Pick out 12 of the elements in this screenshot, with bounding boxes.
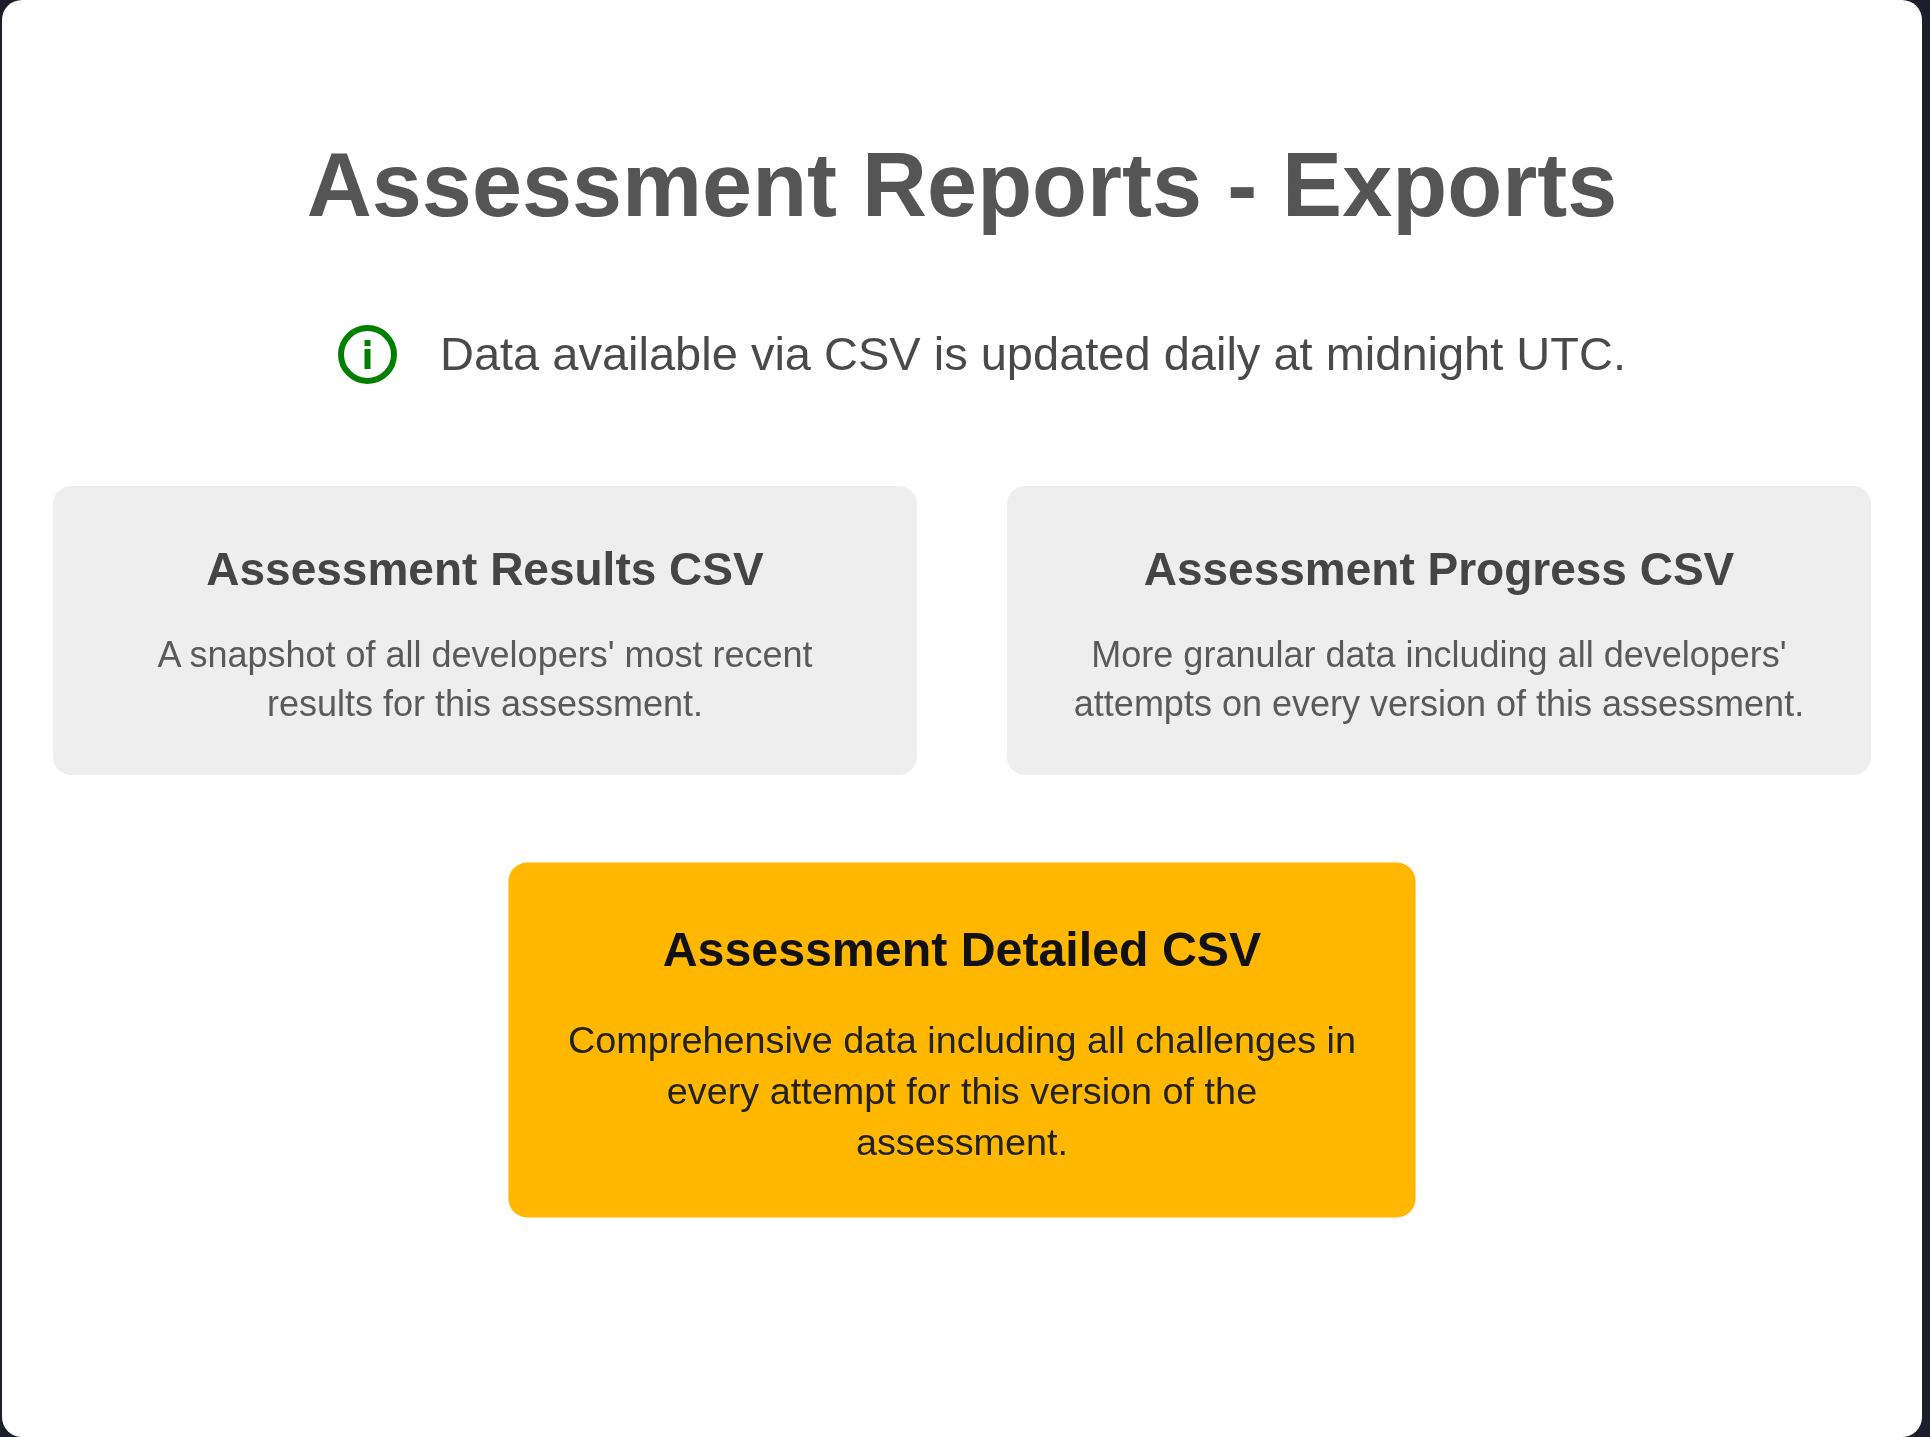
card-title: Assessment Detailed CSV: [662, 921, 1262, 979]
export-card[interactable]: Assessment Results CSV A snapshot of all developers' most recent results for this assessment.: [53, 486, 917, 775]
card-description: A snapshot of all developers' most recent results for this assessment.: [156, 633, 814, 726]
card-description: More granular data including all developers' attempts on every version of this assessment.: [1072, 633, 1806, 726]
card-description: Comprehensive data including all challenges in every attempt for this version of the assessment.: [567, 1016, 1357, 1166]
export-card[interactable]: Assessment Progress CSV More granular data including all developers' attempts on every version of this assessment.: [1007, 486, 1871, 775]
card-title: Assessment Results CSV: [206, 542, 764, 597]
notice-text: Data available via CSV is updated daily at midnight UTC.: [439, 326, 1626, 382]
export-card[interactable]: Assessment Detailed CSV Comprehensive data including all challenges in every attempt for this version of the assessment.: [508, 862, 1416, 1218]
info-icon: [337, 324, 397, 384]
card-title: Assessment Progress CSV: [1143, 542, 1735, 597]
dialog-title: Assessment Reports - Exports: [306, 134, 1618, 237]
